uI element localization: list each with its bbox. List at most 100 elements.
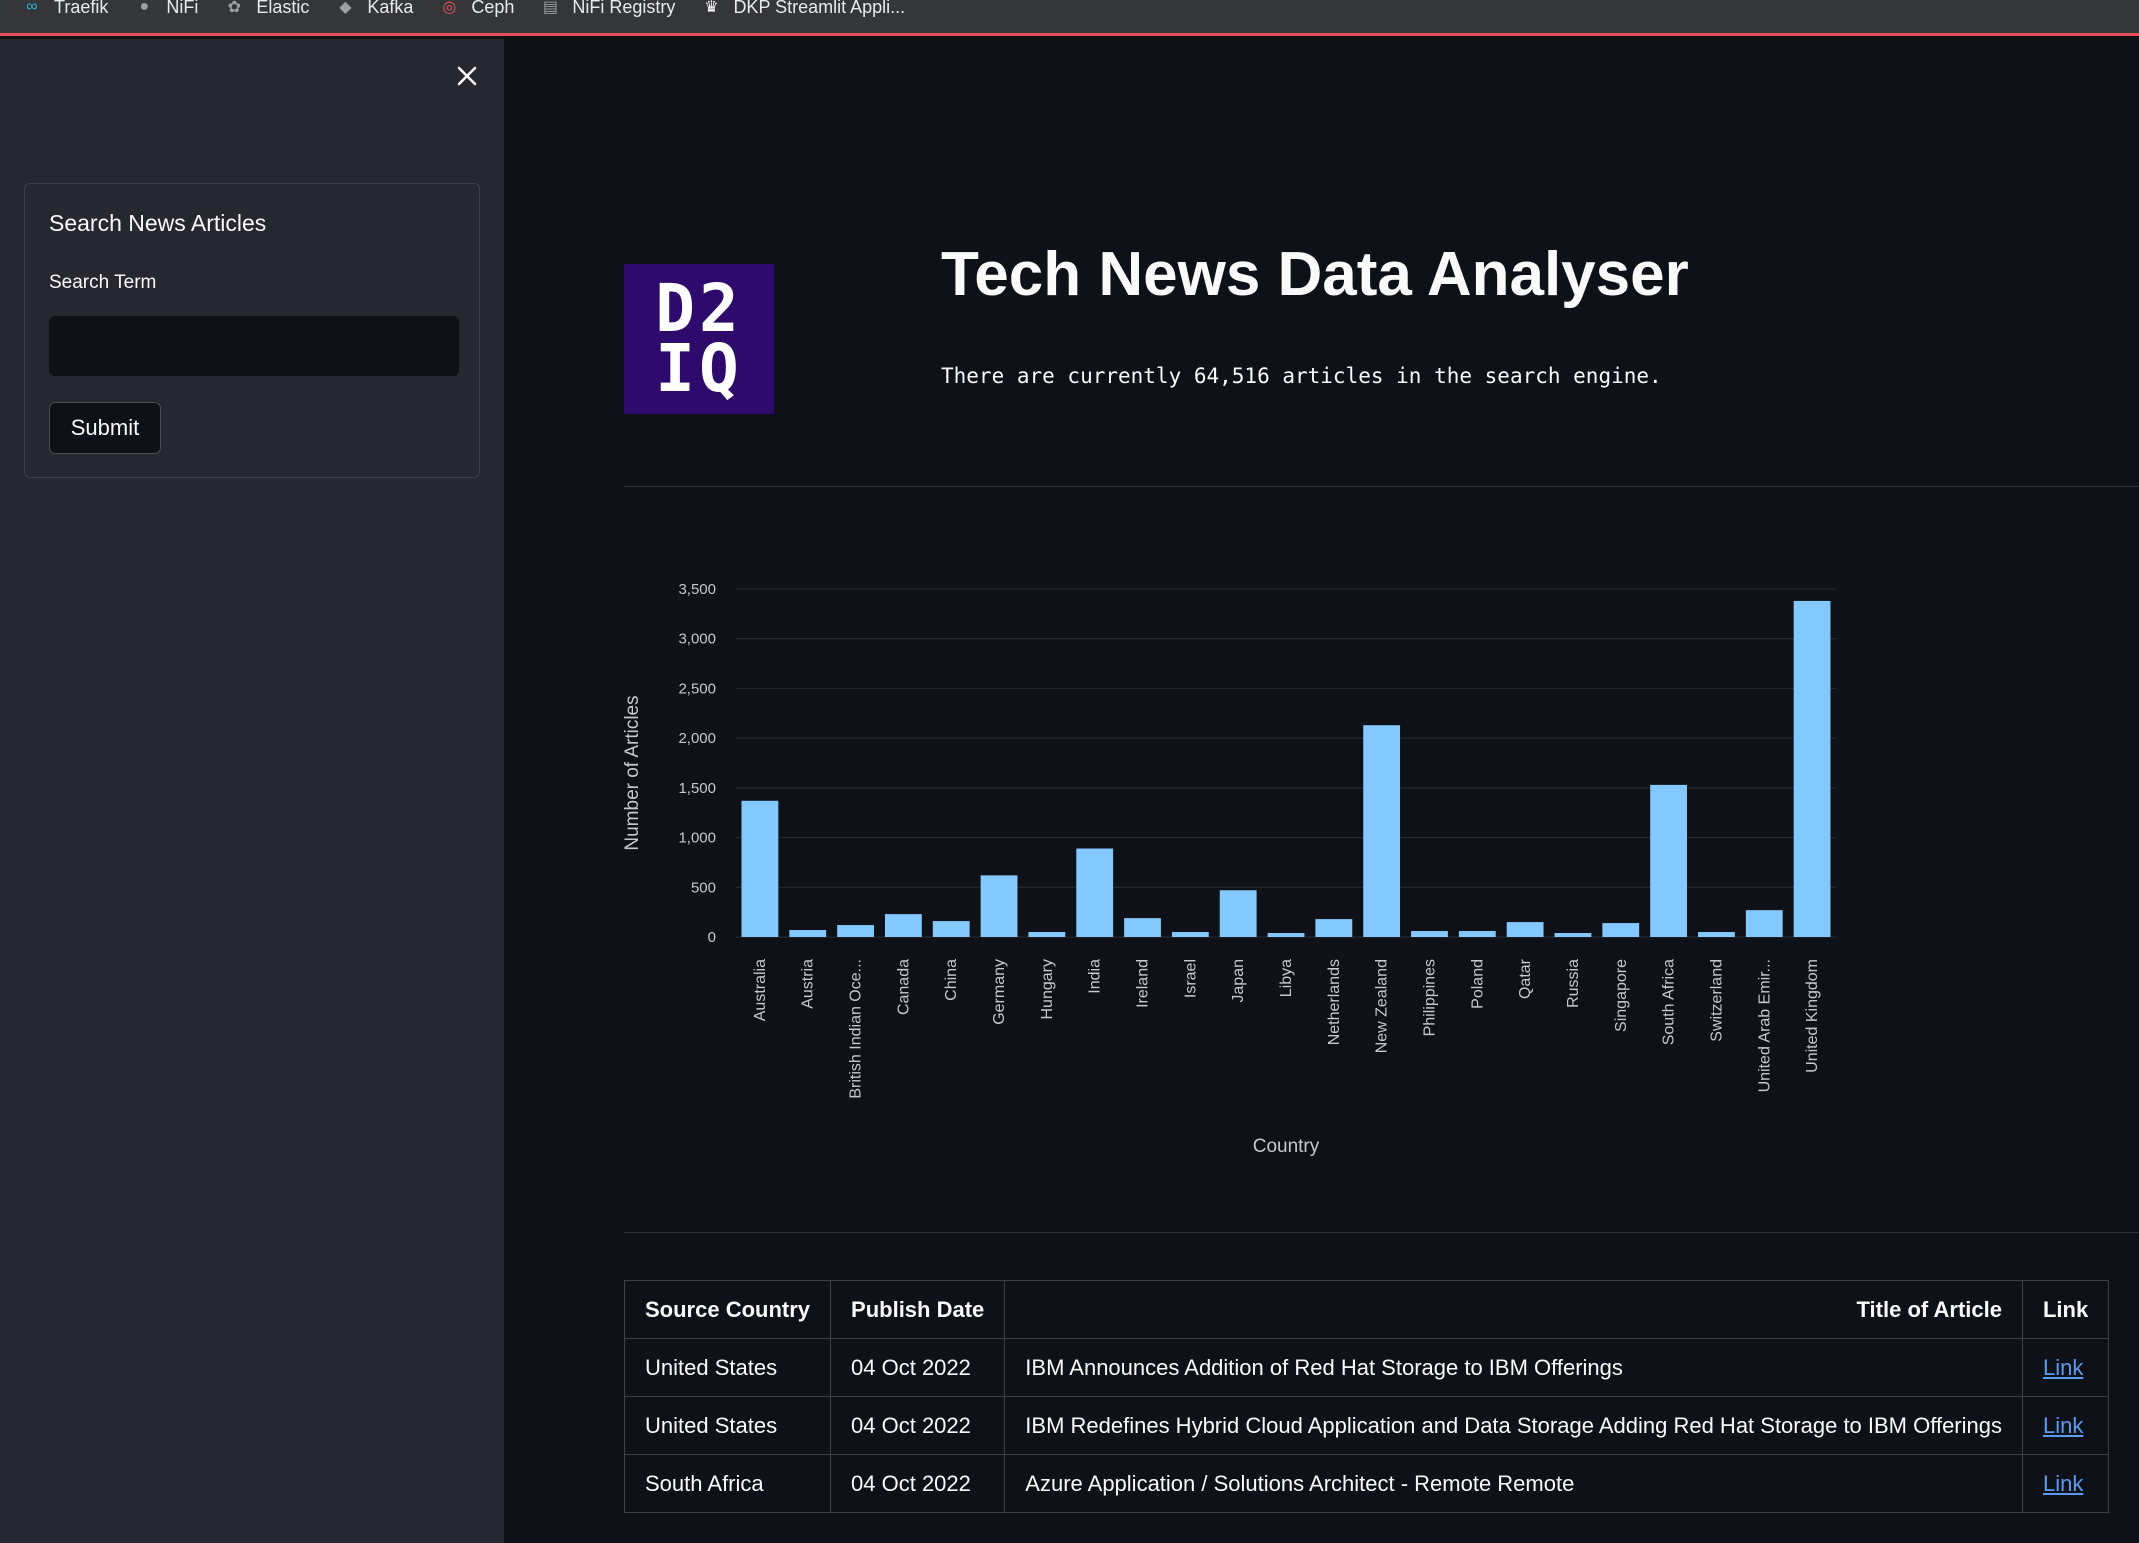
bar — [1124, 918, 1161, 937]
article-count-text: There are currently 64,516 articles in t… — [941, 364, 1662, 388]
bookmark-elastic[interactable]: ✿ Elastic — [224, 0, 310, 17]
traefik-icon: ∞ — [26, 0, 38, 15]
bar — [1411, 931, 1448, 937]
bookmark-kafka[interactable]: ◆ Kafka — [335, 0, 413, 17]
bar — [932, 921, 970, 937]
cell-link: Link — [2021, 1454, 2110, 1513]
y-tick-label: 0 — [708, 929, 716, 946]
divider — [624, 486, 2139, 487]
bar — [884, 914, 922, 937]
bar — [1267, 933, 1305, 937]
main-content: D2 IQ Tech News Data Analyser There are … — [504, 39, 2139, 1543]
x-tick-label: Austria — [800, 959, 817, 1009]
bar — [1506, 922, 1544, 937]
x-tick-label: Ireland — [1135, 959, 1152, 1008]
articles-by-country-chart: 0 500 1,000 1,500 2,000 2,500 3,000 3,500 Austra… — [624, 581, 1836, 1157]
bar — [1076, 848, 1114, 937]
cell-date: 04 Oct 2022 — [830, 1396, 1006, 1455]
y-tick-label: 2,000 — [678, 730, 716, 747]
x-tick-label: United Arab Emir... — [1756, 959, 1773, 1092]
cell-link: Link — [2021, 1396, 2110, 1455]
x-tick-label: Japan — [1230, 959, 1247, 1003]
close-sidebar-button[interactable] — [450, 59, 484, 93]
table-row: United States 04 Oct 2022 IBM Announces … — [623, 1338, 2110, 1397]
x-tick-label: United Kingdom — [1804, 959, 1821, 1073]
x-tick-label: Singapore — [1613, 959, 1630, 1032]
y-tick-label: 3,000 — [678, 631, 716, 648]
bar — [1219, 890, 1257, 937]
x-tick-label: Switzerland — [1708, 959, 1725, 1042]
x-tick-label: British Indian Oce... — [848, 959, 865, 1099]
cell-date: 04 Oct 2022 — [830, 1338, 1006, 1397]
bar — [1602, 923, 1640, 937]
column-header-source-country[interactable]: Source Country — [623, 1280, 832, 1339]
crown-icon: ♛ — [704, 0, 719, 16]
bookmark-ceph[interactable]: ◎ Ceph — [439, 0, 515, 17]
x-tick-label: Germany — [991, 959, 1008, 1025]
x-tick-label: Russia — [1565, 959, 1582, 1008]
x-tick-label: Philippines — [1421, 959, 1438, 1036]
bar — [1650, 784, 1688, 937]
search-form: Search News Articles Search Term Submit — [24, 183, 480, 478]
logo-text: IQ — [655, 330, 743, 407]
x-tick-label: Qatar — [1517, 958, 1534, 999]
table-row: South Africa 04 Oct 2022 Azure Applicati… — [623, 1454, 2110, 1513]
column-header-publish-date[interactable]: Publish Date — [830, 1280, 1006, 1339]
bar — [980, 875, 1018, 937]
x-tick-label: Canada — [895, 959, 912, 1015]
bookmarks-bar: ∞ Traefik ● NiFi ✿ Elastic ◆ Kafka ◎ Cep… — [0, 0, 2139, 36]
article-link[interactable]: Link — [2043, 1471, 2083, 1496]
bookmark-dkp-streamlit[interactable]: ♛ DKP Streamlit Appli... — [701, 0, 905, 17]
cell-link: Link — [2021, 1338, 2110, 1397]
divider — [624, 1232, 2139, 1233]
search-term-input[interactable] — [49, 316, 459, 376]
y-axis-title: Number of Articles — [624, 695, 643, 850]
column-header-link[interactable]: Link — [2021, 1280, 2110, 1339]
y-tick-label: 1,500 — [678, 780, 716, 797]
bookmark-nifi-registry[interactable]: ▤ NiFi Registry — [540, 0, 676, 17]
bar — [1171, 932, 1209, 937]
articles-table-wrap: Source Country Publish Date Title of Art… — [623, 1280, 2110, 1513]
article-link[interactable]: Link — [2043, 1413, 2083, 1438]
bookmark-nifi[interactable]: ● NiFi — [134, 0, 199, 17]
cell-country: United States — [623, 1338, 832, 1397]
x-tick-label: Libya — [1278, 959, 1295, 997]
bookmark-label: NiFi — [166, 0, 199, 17]
bookmark-label: Traefik — [54, 0, 109, 17]
bar — [1698, 932, 1735, 937]
bookmark-label: Ceph — [471, 0, 515, 17]
x-tick-label: South Africa — [1661, 959, 1678, 1045]
table-header-row: Source Country Publish Date Title of Art… — [623, 1280, 2110, 1339]
y-tick-label: 2,500 — [678, 680, 716, 697]
x-tick-label: Australia — [752, 959, 769, 1021]
bar — [1745, 910, 1783, 937]
x-tick-label: China — [943, 959, 960, 1001]
cell-country: South Africa — [623, 1454, 832, 1513]
x-tick-label: India — [1087, 959, 1104, 994]
search-term-label: Search Term — [49, 272, 157, 293]
form-title: Search News Articles — [49, 210, 267, 236]
bar — [1458, 931, 1496, 937]
x-tick-label: Israel — [1182, 959, 1199, 998]
bar — [1793, 600, 1831, 937]
column-header-title[interactable]: Title of Article — [1004, 1280, 2023, 1339]
d2iq-logo: D2 IQ — [624, 264, 774, 414]
table-row: United States 04 Oct 2022 IBM Redefines … — [623, 1396, 2110, 1455]
article-link[interactable]: Link — [2043, 1355, 2083, 1380]
bar — [837, 925, 874, 937]
y-tick-label: 500 — [691, 879, 716, 896]
page-title: Tech News Data Analyser — [941, 240, 1689, 309]
cell-title: IBM Announces Addition of Red Hat Storag… — [1004, 1338, 2023, 1397]
submit-button[interactable]: Submit — [49, 402, 161, 454]
x-axis-title: Country — [1253, 1136, 1320, 1157]
x-tick-label: Netherlands — [1326, 959, 1343, 1045]
bar — [789, 930, 827, 937]
bookmark-traefik[interactable]: ∞ Traefik — [22, 0, 109, 17]
cell-date: 04 Oct 2022 — [830, 1454, 1006, 1513]
bar — [1363, 725, 1401, 937]
cell-title: Azure Application / Solutions Architect … — [1004, 1454, 2023, 1513]
bar — [1315, 919, 1353, 937]
cell-country: United States — [623, 1396, 832, 1455]
x-tick-label: Hungary — [1039, 959, 1056, 1019]
bar — [741, 800, 779, 937]
